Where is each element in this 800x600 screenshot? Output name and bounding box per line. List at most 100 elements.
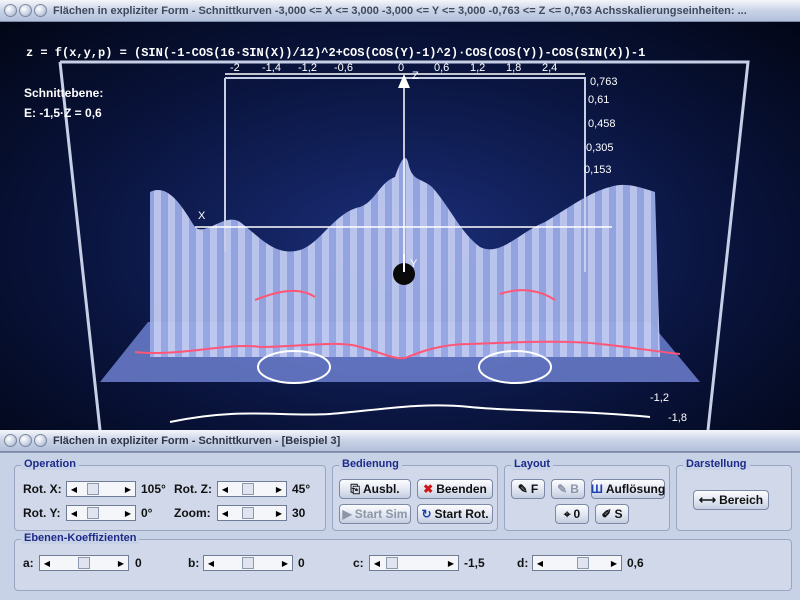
window-control-3-icon[interactable] [34, 434, 47, 447]
range-icon: ⟷ [698, 493, 717, 507]
layout-group-label: Layout [511, 458, 554, 470]
resolution-icon: Ш [590, 482, 603, 496]
slider-thumb[interactable] [386, 557, 398, 569]
bereich-button[interactable]: ⟷ Bereich [693, 490, 769, 510]
cut-curve-white-bottom [169, 404, 651, 423]
paint-icon: ✐ [601, 507, 612, 521]
window-control-2-icon[interactable] [19, 434, 32, 447]
slider-left-icon[interactable]: ◀ [370, 556, 384, 570]
s-button-label: S [614, 507, 623, 521]
z-tick-label: 0,153 [584, 164, 612, 176]
control-window-title: Flächen in expliziter Form - Schnittkurv… [53, 434, 341, 447]
hide-icon: ⎘ [350, 481, 360, 496]
window-control-1-icon[interactable] [4, 434, 17, 447]
slider-thumb[interactable] [242, 557, 254, 569]
slider-left-icon[interactable]: ◀ [218, 506, 232, 520]
f-button[interactable]: ✎ F [511, 479, 545, 499]
zoom-value: 30 [292, 506, 306, 520]
coef-b-value: 0 [298, 556, 305, 570]
origin-button[interactable]: ⌖ 0 [555, 504, 589, 524]
window-control-2-icon[interactable] [19, 4, 32, 17]
control-panel: Operation Rot. X: ◀ ▶ 105° Rot. Y: ◀ ▶ 0… [0, 452, 800, 600]
slider-right-icon[interactable]: ▶ [272, 506, 286, 520]
start-rot-button[interactable]: ↻ Start Rot. [417, 504, 493, 524]
b-button[interactable]: ✎ B [551, 479, 585, 499]
coef-a-label: a: [23, 556, 34, 570]
slider-left-icon[interactable]: ◀ [67, 482, 81, 496]
z-tick-label: 0,305 [586, 142, 614, 154]
slider-right-icon[interactable]: ▶ [278, 556, 292, 570]
play-icon: ▶ [342, 507, 352, 521]
slider-left-icon[interactable]: ◀ [204, 556, 218, 570]
rotate-icon: ↻ [421, 507, 432, 521]
slider-thumb[interactable] [78, 557, 90, 569]
section-plane-label: Schnittebene: [24, 86, 104, 100]
aufloesung-button[interactable]: Ш Auflösung [591, 479, 665, 499]
rot-y-label: Rot. Y: [23, 506, 61, 520]
rot-x-value: 105° [141, 482, 166, 496]
slider-right-icon[interactable]: ▶ [121, 506, 135, 520]
close-icon: ✖ [423, 482, 434, 496]
slider-right-icon[interactable]: ▶ [444, 556, 458, 570]
slider-right-icon[interactable]: ▶ [121, 482, 135, 496]
z-axis-arrow-icon [398, 74, 410, 88]
f-button-label: F [530, 482, 539, 496]
coef-b-slider[interactable]: ◀ ▶ [203, 555, 293, 571]
start-sim-button-label: Start Sim [354, 507, 408, 521]
section-plane-equation: E: -1,5·Z = 0,6 [24, 106, 102, 120]
slider-thumb[interactable] [242, 483, 254, 495]
operation-group-label: Operation [21, 458, 79, 470]
main-window-title: Flächen in expliziter Form - Schnittkurv… [53, 4, 747, 17]
slider-thumb[interactable] [87, 507, 99, 519]
slider-right-icon[interactable]: ▶ [114, 556, 128, 570]
start-sim-button[interactable]: ▶ Start Sim [339, 504, 411, 524]
ausbl-button[interactable]: ⎘ Ausbl. [339, 479, 411, 499]
pen-icon: ✎ [557, 482, 568, 496]
crosshair-icon: ⌖ [563, 506, 571, 521]
rot-y-slider[interactable]: ◀ ▶ [66, 505, 136, 521]
slider-right-icon[interactable]: ▶ [272, 482, 286, 496]
slider-left-icon[interactable]: ◀ [218, 482, 232, 496]
window-control-1-icon[interactable] [4, 4, 17, 17]
rot-y-value: 0° [141, 506, 153, 520]
bedienung-group: Bedienung ⎘ Ausbl. ✖ Beenden ▶ Start Sim… [332, 458, 498, 531]
top-tick-label: -0,6 [334, 62, 353, 74]
window-control-3-icon[interactable] [34, 4, 47, 17]
slider-thumb[interactable] [577, 557, 589, 569]
main-window-titlebar[interactable]: Flächen in expliziter Form - Schnittkurv… [0, 0, 800, 22]
coef-d-slider[interactable]: ◀ ▶ [532, 555, 622, 571]
3d-viewport[interactable]: z = f(x,y,p) = (SIN(-1-COS(16·SIN(X))/12… [0, 22, 800, 430]
rot-z-value: 45° [292, 482, 311, 496]
rot-x-label: Rot. X: [23, 482, 62, 496]
s-button[interactable]: ✐ S [595, 504, 629, 524]
coef-a-slider[interactable]: ◀ ▶ [39, 555, 129, 571]
coef-c-slider[interactable]: ◀ ▶ [369, 555, 459, 571]
coef-d-label: d: [517, 556, 529, 570]
control-window-titlebar[interactable]: Flächen in expliziter Form - Schnittkurv… [0, 430, 800, 452]
beenden-button-label: Beenden [436, 482, 487, 496]
start-rot-button-label: Start Rot. [434, 507, 489, 521]
darstellung-group: Darstellung ⟷ Bereich [676, 458, 792, 531]
axis-label-y: Y [410, 258, 418, 270]
zoom-slider[interactable]: ◀ ▶ [217, 505, 287, 521]
y-tick-label: -1,8 [668, 412, 687, 424]
slider-left-icon[interactable]: ◀ [67, 506, 81, 520]
rot-x-slider[interactable]: ◀ ▶ [66, 481, 136, 497]
function-formula: z = f(x,y,p) = (SIN(-1-COS(16·SIN(X))/12… [26, 46, 646, 60]
axis-label-z: Z [412, 70, 419, 82]
slider-left-icon[interactable]: ◀ [533, 556, 547, 570]
coef-c-label: c: [353, 556, 364, 570]
top-tick-label: -1,2 [298, 62, 317, 74]
slider-thumb[interactable] [87, 483, 99, 495]
beenden-button[interactable]: ✖ Beenden [417, 479, 493, 499]
coef-d-value: 0,6 [627, 556, 644, 570]
top-tick-label: 0,6 [434, 62, 450, 74]
top-tick-label: 0 [398, 62, 405, 74]
slider-thumb[interactable] [242, 507, 254, 519]
slider-right-icon[interactable]: ▶ [607, 556, 621, 570]
window-controls [4, 434, 47, 447]
brush-icon: ✎ [517, 482, 528, 496]
slider-left-icon[interactable]: ◀ [40, 556, 54, 570]
z-tick-label: 0,61 [588, 94, 610, 106]
rot-z-slider[interactable]: ◀ ▶ [217, 481, 287, 497]
